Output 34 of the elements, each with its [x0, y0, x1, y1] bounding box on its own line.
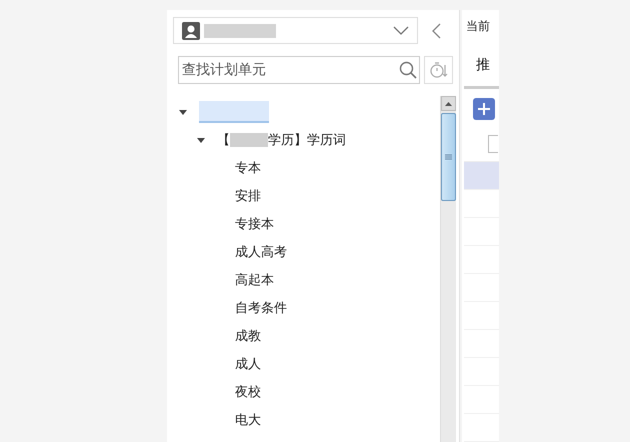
tree-item[interactable]: 【 学历】学历词 — [173, 126, 440, 154]
redacted-block — [204, 24, 276, 38]
search-field[interactable]: 查找计划单元 — [178, 56, 420, 84]
timer-button[interactable] — [424, 56, 453, 84]
tree-item[interactable]: 自考条件 — [173, 294, 440, 322]
add-button[interactable] — [473, 98, 495, 120]
tab[interactable]: 推 — [464, 56, 490, 74]
scrollbar[interactable] — [440, 96, 456, 442]
up-arrow-icon — [445, 102, 452, 106]
caret-down-icon — [179, 108, 187, 116]
tree-item[interactable]: 夜校 — [173, 378, 440, 406]
tree-item[interactable]: 安排 — [173, 182, 440, 210]
table-row[interactable] — [464, 162, 499, 190]
tree-item[interactable]: 专接本 — [173, 210, 440, 238]
tree-item[interactable]: 高起本 — [173, 266, 440, 294]
tree-item[interactable]: 成人高考 — [173, 238, 440, 266]
tree-item[interactable]: 专本 — [173, 154, 440, 182]
user-icon — [182, 22, 200, 40]
scroll-up-button[interactable] — [441, 96, 456, 111]
breadcrumb-text: 当前 — [465, 18, 491, 35]
tree-item[interactable]: 电大 — [173, 406, 440, 434]
scrollbar-thumb[interactable] — [441, 113, 456, 201]
grip-icon — [445, 154, 452, 160]
collapse-button[interactable] — [432, 22, 441, 38]
tree-item[interactable]: 成人 — [173, 350, 440, 378]
search-icon — [399, 61, 417, 79]
plus-icon — [478, 102, 490, 115]
caret-down-icon — [197, 136, 205, 144]
chevron-down-icon — [393, 26, 409, 36]
account-dropdown[interactable] — [173, 17, 418, 44]
timer-sort-icon — [430, 61, 448, 79]
checkbox[interactable] — [488, 134, 498, 153]
chevron-left-icon — [432, 22, 441, 38]
tree-item[interactable]: 成教 — [173, 322, 440, 350]
